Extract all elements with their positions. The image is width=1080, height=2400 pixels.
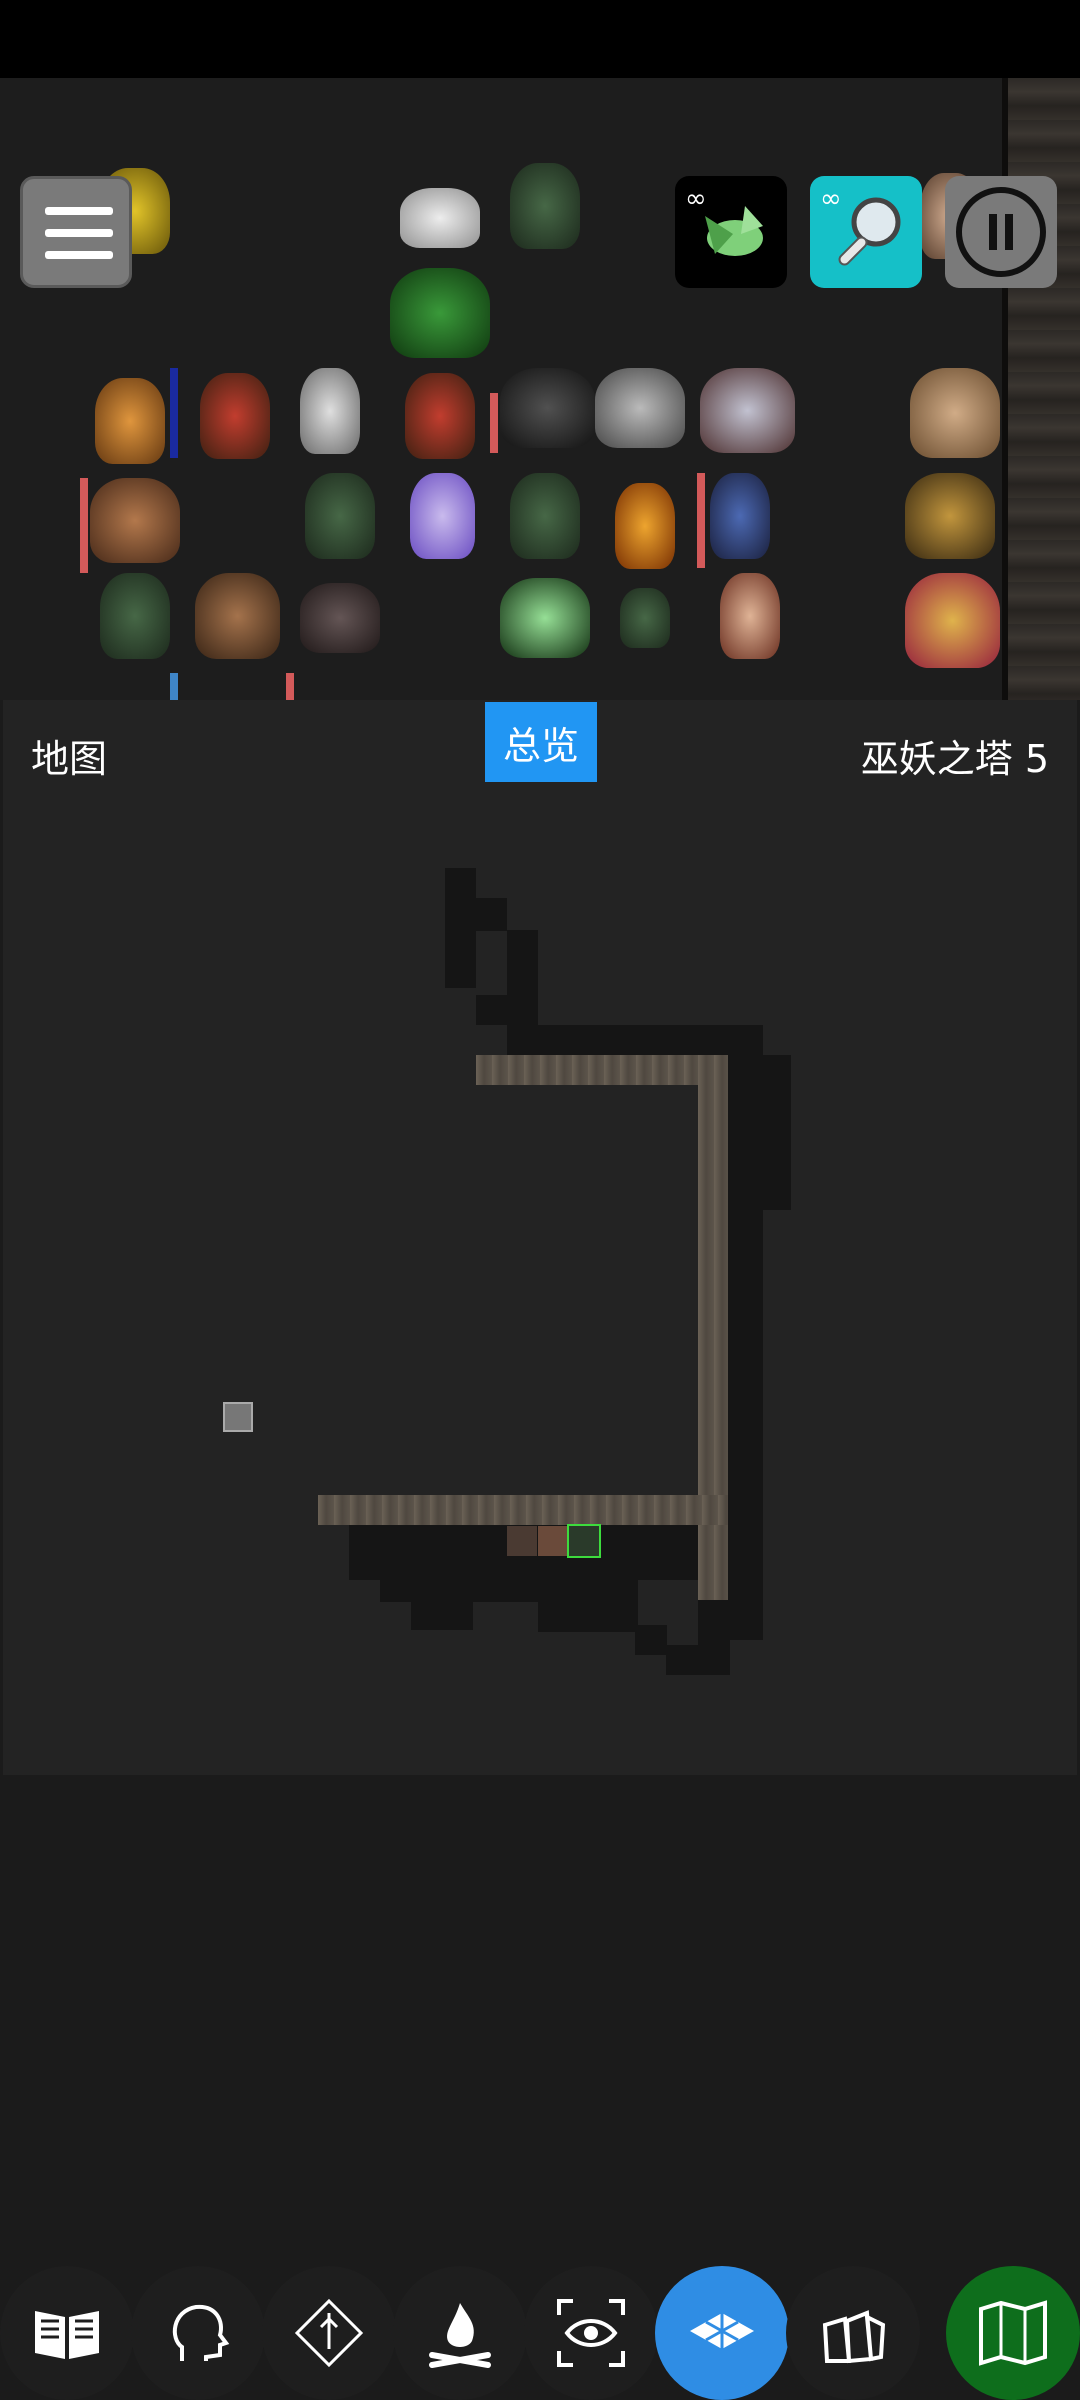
status-bar [0, 0, 1080, 78]
white-wolf-unit[interactable] [400, 188, 480, 248]
unit-hp-bar [80, 478, 88, 573]
unit-hp-bar [490, 393, 498, 453]
map-marker[interactable] [223, 1402, 253, 1432]
menu-icon [45, 207, 113, 215]
battlefield[interactable]: ∞ ∞ [0, 78, 1080, 700]
dungeon-minimap[interactable] [3, 700, 1077, 1775]
ghoul-unit[interactable] [620, 588, 670, 648]
griffin-unit[interactable] [95, 378, 165, 464]
book-icon [35, 2311, 99, 2359]
tab-overview[interactable]: 总览 [485, 702, 597, 782]
folded-map-icon [979, 2300, 1047, 2366]
green-dragon-unit[interactable] [500, 578, 590, 658]
world-map-button[interactable] [946, 2266, 1080, 2400]
map-wall-bottom [318, 1495, 728, 1525]
carnivorous-plant-unit[interactable] [905, 573, 1000, 668]
campfire-icon [429, 2303, 491, 2368]
location-name: 巫妖之塔 5 [860, 737, 1049, 781]
menu-button[interactable] [20, 176, 132, 288]
map-player-tile[interactable] [567, 1524, 601, 1558]
ghoul-unit[interactable] [510, 163, 580, 249]
map-tiles-button[interactable] [655, 2266, 789, 2400]
eye-focus-icon [557, 2299, 625, 2367]
unit-hp-bar [286, 673, 294, 700]
infinity-badge: ∞ [685, 184, 707, 214]
gray-wolf-unit[interactable] [595, 368, 685, 448]
floor-tiles-icon [690, 2313, 754, 2349]
map-wall-top [476, 1055, 726, 1085]
pause-button[interactable] [945, 176, 1057, 288]
dragon-spell-button[interactable]: ∞ [675, 176, 787, 288]
ghoul-unit[interactable] [305, 473, 375, 559]
unit-hp-bar [697, 473, 705, 568]
magnifier-spell-button[interactable]: ∞ [810, 176, 922, 288]
amazon-unit[interactable] [720, 573, 780, 659]
soldier-unit[interactable] [710, 473, 770, 559]
pause-icon [956, 187, 1046, 277]
map-unit-tile[interactable] [538, 1526, 568, 1556]
map-panel: 地图 总览 巫妖之塔 5 [3, 700, 1077, 1775]
skills-button[interactable] [262, 2266, 396, 2400]
unit-hp-bar [170, 368, 178, 458]
dark-beast-unit[interactable] [300, 583, 380, 653]
gift-bags-icon [822, 2310, 886, 2364]
menu-icon [45, 251, 113, 259]
warlord-unit[interactable] [200, 373, 270, 459]
siege-golem-unit[interactable] [700, 368, 795, 453]
panel-title: 地图 [31, 737, 108, 781]
unit-hp-bar [170, 673, 178, 700]
bottom-nav [0, 2262, 1080, 2400]
dungeon-wall [1002, 78, 1080, 700]
ogre-brute-unit[interactable] [910, 368, 1000, 458]
menu-icon [45, 229, 113, 237]
warlord-unit[interactable] [405, 373, 475, 459]
journal-button[interactable] [0, 2266, 134, 2400]
infinity-badge: ∞ [820, 184, 842, 214]
boar-unit[interactable] [90, 478, 180, 563]
focus-view-button[interactable] [524, 2266, 658, 2400]
ghoul-unit[interactable] [100, 573, 170, 659]
skeleton-unit[interactable] [300, 368, 360, 454]
ghoul-unit[interactable] [510, 473, 580, 559]
green-troll-unit[interactable] [390, 268, 490, 358]
camp-button[interactable] [393, 2266, 527, 2400]
leopard-warrior-unit[interactable] [905, 473, 995, 559]
spectral-knight-unit[interactable] [410, 473, 475, 559]
dwarf-unit[interactable] [195, 573, 280, 659]
character-button[interactable] [131, 2266, 265, 2400]
map-unit-tile[interactable] [507, 1526, 537, 1556]
inventory-button[interactable] [786, 2266, 920, 2400]
head-profile-icon [172, 2304, 230, 2361]
fire-hound-unit[interactable] [615, 483, 675, 569]
diamond-icon [294, 2298, 364, 2368]
shadow-wolf-unit[interactable] [500, 368, 595, 448]
